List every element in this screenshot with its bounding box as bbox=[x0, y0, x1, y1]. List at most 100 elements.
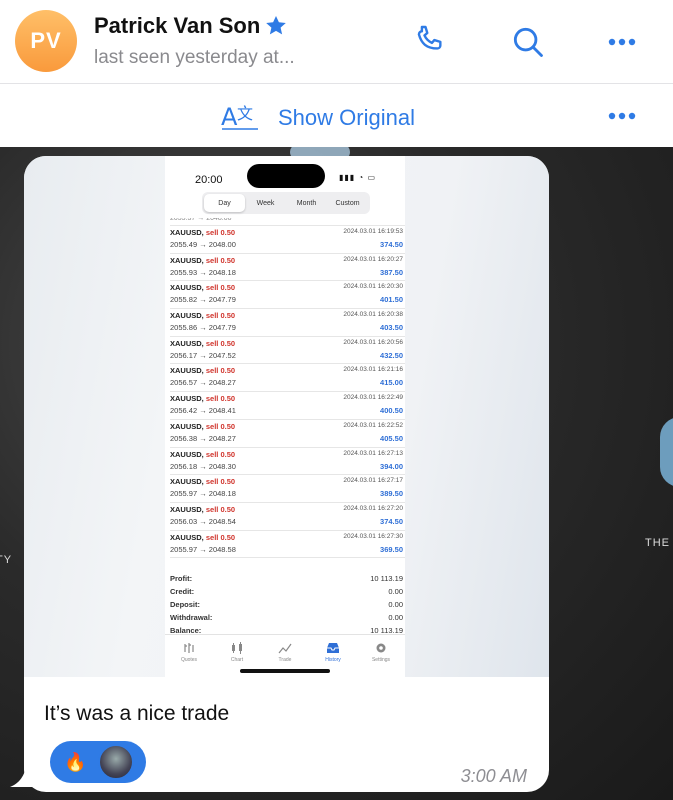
trade-profit: 401.50 bbox=[380, 295, 403, 305]
trade-prices: 2056.38 → 2048.27 bbox=[170, 433, 236, 443]
summary-row: Deposit: 0.00 bbox=[170, 600, 405, 613]
summary-label: Credit: bbox=[170, 587, 195, 596]
trade-symbol: XAUUSD, sell 0.50 bbox=[170, 311, 235, 320]
more-button[interactable] bbox=[600, 20, 644, 64]
trade-profit: 403.50 bbox=[380, 323, 403, 333]
trade-time: 2024.03.01 16:27:20 bbox=[343, 504, 403, 512]
table-row: XAUUSD, sell 0.50 2056.17 → 2047.52 2024… bbox=[170, 337, 405, 365]
more-icon bbox=[608, 38, 636, 46]
table-row: XAUUSD, sell 0.50 2056.38 → 2048.27 2024… bbox=[170, 420, 405, 448]
trade-symbol: XAUUSD, sell 0.50 bbox=[170, 450, 235, 459]
table-row: XAUUSD, sell 0.50 2056.42 → 2048.41 2024… bbox=[170, 392, 405, 420]
trade-prices: 2056.03 → 2048.54 bbox=[170, 516, 236, 526]
trade-profit: 387.50 bbox=[380, 267, 403, 277]
reaction-chip[interactable]: 🔥 bbox=[50, 741, 146, 783]
trade-action: sell 0.50 bbox=[205, 228, 236, 237]
fire-icon: 🔥 bbox=[64, 751, 87, 772]
trade-profit: 394.00 bbox=[380, 461, 403, 471]
tab-label: Trade bbox=[278, 657, 292, 663]
trade-symbol: XAUUSD, sell 0.50 bbox=[170, 422, 235, 431]
translate-icon[interactable]: A 文 bbox=[220, 99, 260, 133]
partial-trade-row: 2055.37 → 2048.00 bbox=[170, 218, 405, 226]
summary-label: Withdrawal: bbox=[170, 613, 213, 622]
trade-profit: 400.50 bbox=[380, 406, 403, 416]
tab-day: Day bbox=[204, 194, 245, 212]
phone-clock: 20:00 bbox=[195, 174, 223, 186]
trade-icon bbox=[278, 643, 292, 654]
trade-action: sell 0.50 bbox=[205, 449, 236, 459]
search-button[interactable] bbox=[506, 20, 550, 64]
account-summary: Profit: 10 113.19 Credit: 0.00 Deposit: 0.0… bbox=[170, 574, 405, 639]
translate-more-button[interactable] bbox=[600, 101, 644, 131]
trade-action: sell 0.50 bbox=[205, 338, 236, 348]
table-row: XAUUSD, sell 0.50 2055.82 → 2047.79 2024… bbox=[170, 281, 405, 310]
tab-history: History bbox=[309, 635, 357, 670]
trade-prices: 2055.97 → 2048.18 bbox=[170, 489, 236, 499]
trade-profit: 389.50 bbox=[380, 489, 403, 499]
table-row: XAUUSD, sell 0.50 2056.03 → 2048.54 2024… bbox=[170, 503, 405, 531]
trade-action: sell 0.50 bbox=[205, 504, 236, 514]
tab-trade: Trade bbox=[261, 635, 309, 670]
more-icon bbox=[608, 112, 636, 120]
background-text-left: TY bbox=[0, 554, 13, 566]
message-time: 3:00 AM bbox=[460, 766, 527, 786]
background-text-right: THE bbox=[645, 537, 670, 549]
reactor-avatar bbox=[98, 744, 135, 780]
summary-value: 10 113.19 bbox=[370, 574, 403, 583]
symbol-text: XAUUSD, bbox=[170, 366, 204, 376]
quotes-icon bbox=[184, 643, 194, 653]
trade-symbol: XAUUSD, sell 0.50 bbox=[170, 505, 235, 514]
message-image[interactable]: 20:00 ▮▮▮ ◔ ▭ Day Week Month Custom 2055… bbox=[24, 156, 549, 677]
trade-prices: 2055.49 → 2048.00 bbox=[170, 240, 236, 249]
trade-action: sell 0.50 bbox=[205, 394, 236, 404]
contact-name-row[interactable]: Patrick Van Son bbox=[94, 13, 288, 39]
table-row: XAUUSD, sell 0.50 2055.86 → 2047.79 2024… bbox=[170, 309, 405, 337]
period-selector: Day Week Month Custom bbox=[202, 192, 370, 214]
trade-profit: 369.50 bbox=[380, 544, 403, 554]
summary-value: 0.00 bbox=[388, 613, 403, 622]
last-seen-status: last seen yesterday at... bbox=[94, 47, 295, 68]
avatar[interactable]: PV bbox=[15, 10, 77, 72]
trade-prices: 2055.82 → 2047.79 bbox=[170, 295, 236, 305]
summary-value: 0.00 bbox=[388, 600, 403, 609]
trade-symbol: XAUUSD, sell 0.50 bbox=[170, 256, 235, 265]
contact-name[interactable]: Patrick Van Son bbox=[94, 13, 260, 39]
trade-time: 2024.03.01 16:20:38 bbox=[343, 311, 403, 319]
phone-icon bbox=[417, 25, 442, 50]
trade-action: sell 0.50 bbox=[205, 421, 236, 431]
message-bubble[interactable]: 20:00 ▮▮▮ ◔ ▭ Day Week Month Custom 2055… bbox=[24, 156, 549, 792]
tab-label: Quotes bbox=[180, 657, 198, 663]
trade-action: sell 0.50 bbox=[205, 283, 236, 293]
tab-label: Settings bbox=[371, 657, 391, 663]
svg-text:A: A bbox=[221, 103, 238, 131]
trade-profit: 432.50 bbox=[380, 350, 403, 360]
trade-prices: 2055.93 → 2048.18 bbox=[170, 267, 236, 277]
chat-background[interactable]: TY THE 20:00 ▮▮▮ ◔ ▭ Day Week Month Cust… bbox=[0, 147, 673, 800]
trade-prices: 2056.18 → 2048.30 bbox=[170, 461, 236, 471]
trade-profit: 374.50 bbox=[380, 516, 403, 526]
tab-quotes: Quotes bbox=[165, 635, 213, 670]
tab-custom: Custom bbox=[335, 199, 360, 207]
summary-row: Withdrawal: 0.00 bbox=[170, 613, 405, 626]
call-button[interactable] bbox=[408, 20, 452, 64]
trade-history-screenshot: 20:00 ▮▮▮ ◔ ▭ Day Week Month Custom 2055… bbox=[165, 156, 405, 677]
symbol-text: XAUUSD, bbox=[170, 449, 204, 459]
trade-time: 2024.03.01 16:22:52 bbox=[343, 421, 403, 429]
summary-row: Credit: 0.00 bbox=[170, 587, 405, 600]
symbol-text: XAUUSD, bbox=[170, 283, 204, 293]
symbol-text: XAUUSD, bbox=[170, 311, 204, 321]
star-icon bbox=[266, 16, 287, 35]
trade-prices: 2055.97 → 2048.58 bbox=[170, 544, 236, 554]
dynamic-island bbox=[247, 164, 325, 188]
tab-week: Week bbox=[256, 199, 275, 207]
tab-settings: Settings bbox=[357, 635, 405, 670]
symbol-text: XAUUSD, bbox=[170, 532, 204, 542]
show-original-button[interactable]: Show Original bbox=[278, 105, 415, 131]
summary-row: Profit: 10 113.19 bbox=[170, 574, 405, 587]
trade-action: sell 0.50 bbox=[205, 311, 236, 321]
table-row: XAUUSD, sell 0.50 2055.49 → 2048.00 2024… bbox=[170, 226, 405, 254]
table-row: XAUUSD, sell 0.50 2055.97 → 2048.58 2024… bbox=[170, 531, 405, 559]
table-row: XAUUSD, sell 0.50 2055.97 → 2048.18 2024… bbox=[170, 475, 405, 503]
trade-prices: 2056.42 → 2048.41 bbox=[170, 406, 236, 416]
trade-prices: 2056.17 → 2047.52 bbox=[170, 350, 236, 360]
